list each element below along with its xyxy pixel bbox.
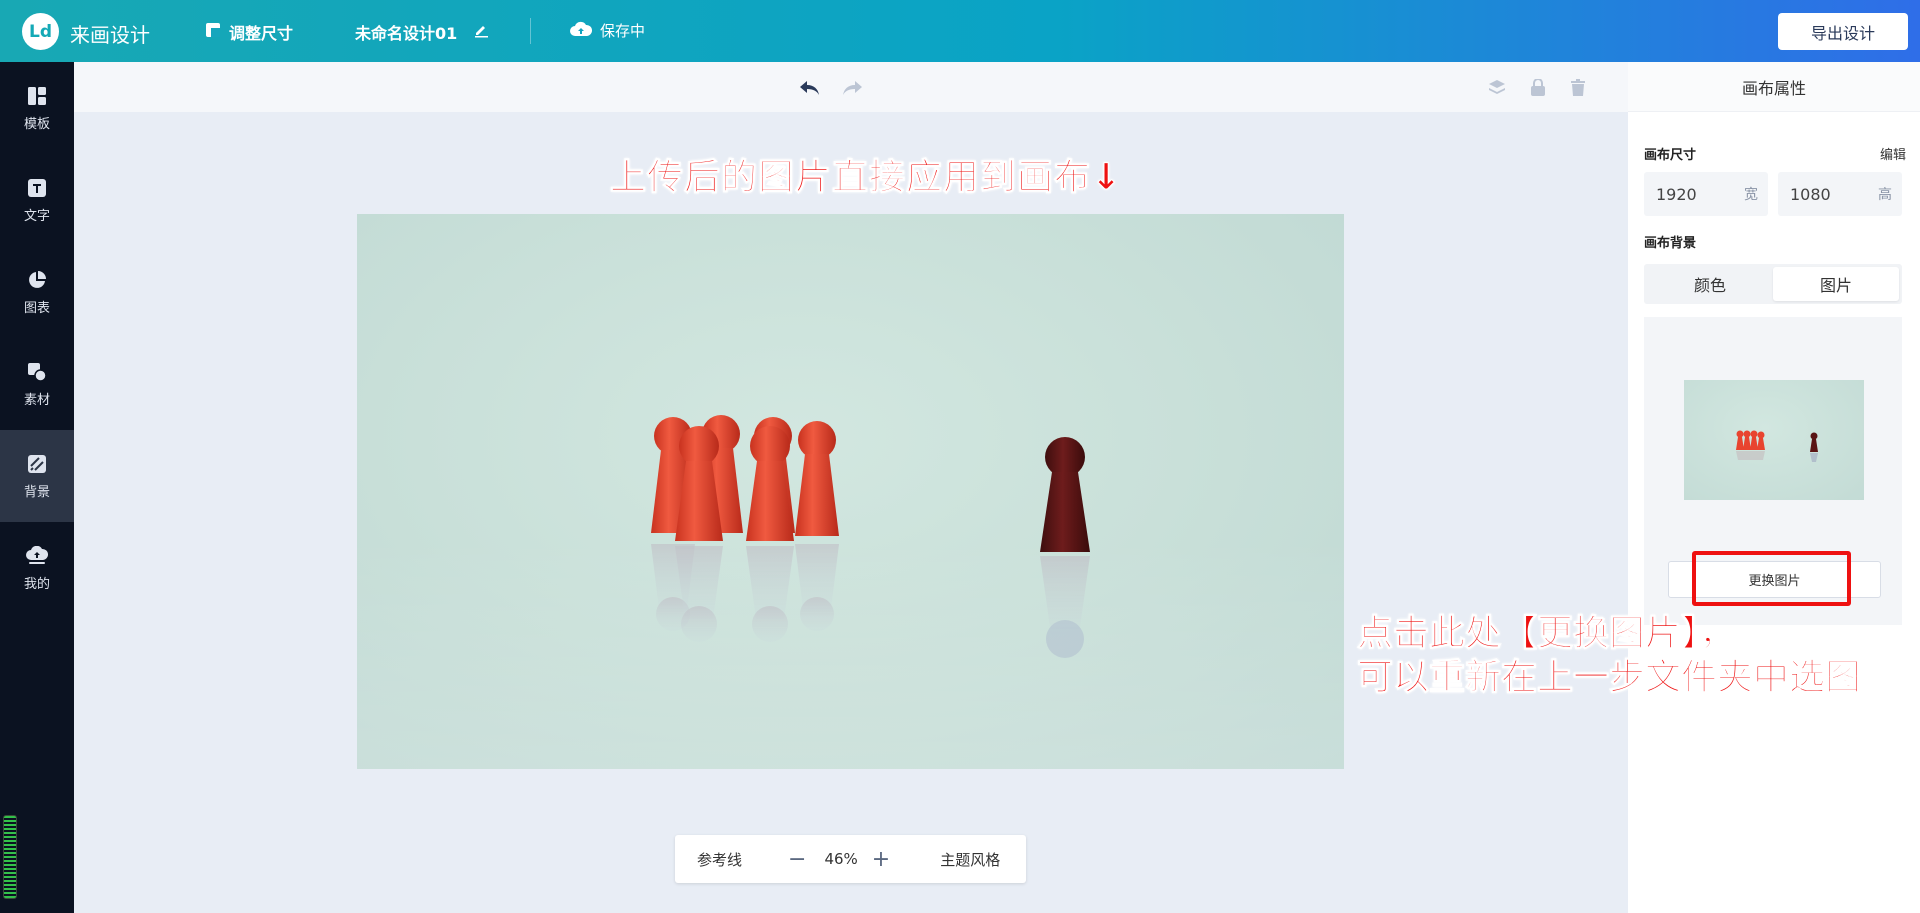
properties-panel: 画布属性 画布尺寸 编辑 1920 宽 1080 高 画布背景 颜色 图片 更换… bbox=[1628, 62, 1920, 913]
sidebar-item-background[interactable]: 背景 bbox=[0, 430, 74, 522]
red-pawns-reflection bbox=[651, 544, 839, 642]
width-field[interactable]: 1920 宽 bbox=[1644, 172, 1768, 216]
save-status: 保存中 bbox=[570, 20, 645, 41]
tab-color[interactable]: 颜色 bbox=[1647, 267, 1773, 301]
canvas-size-label: 画布尺寸 bbox=[1644, 148, 1697, 163]
lock-button[interactable] bbox=[1526, 76, 1550, 100]
annotation-line: 点击此处【更换图片】， bbox=[1356, 613, 1736, 655]
thumbnail-image bbox=[1736, 430, 1818, 462]
redo-icon bbox=[843, 81, 862, 95]
annotation-right: 点击此处【更换图片】， 可以重新在上一步文件夹中选图 bbox=[1356, 612, 1862, 700]
left-sidebar: 模板 文字 图表 素材 背景 我的 bbox=[0, 62, 74, 913]
sidebar-item-label: 素材 bbox=[23, 392, 50, 408]
sidebar-item-label: 模板 bbox=[23, 116, 50, 132]
annotation-line: 可以重新在上一步文件夹中选图 bbox=[1356, 657, 1862, 699]
theme-style-button[interactable]: 主题风格 bbox=[940, 849, 1000, 870]
canvas-bg-label: 画布背景 bbox=[1644, 236, 1697, 251]
sidebar-item-label: 图表 bbox=[23, 300, 50, 316]
divider bbox=[530, 18, 531, 44]
zoom-out-button[interactable]: − bbox=[788, 847, 806, 872]
undo-icon bbox=[800, 81, 819, 95]
doc-name[interactable]: 未命名设计01 bbox=[355, 20, 489, 44]
height-value: 1080 bbox=[1790, 184, 1831, 204]
guides-toggle[interactable]: 参考线 bbox=[697, 849, 742, 870]
text-icon bbox=[26, 177, 48, 199]
chart-icon bbox=[26, 269, 48, 291]
top-bar: Ld 来画设计 调整尺寸 未命名设计01 保存中 导出设计 bbox=[0, 0, 1920, 62]
lock-icon bbox=[1531, 79, 1545, 96]
height-field[interactable]: 1080 高 bbox=[1778, 172, 1902, 216]
annotation-top: 上传后的图片直接应用到画布↓ bbox=[609, 157, 1123, 199]
sidebar-item-label: 背景 bbox=[23, 484, 50, 500]
sidebar-item-text[interactable]: 文字 bbox=[0, 154, 74, 246]
height-unit: 高 bbox=[1878, 187, 1892, 203]
sidebar-item-material[interactable]: 素材 bbox=[0, 338, 74, 430]
dark-pawn bbox=[1040, 437, 1090, 552]
export-button[interactable]: 导出设计 bbox=[1778, 13, 1908, 50]
zoom-level: 46% bbox=[824, 850, 858, 868]
edit-pencil-icon[interactable] bbox=[473, 22, 489, 42]
zoom-bar: 参考线 − 46% + 主题风格 bbox=[675, 835, 1026, 883]
width-value: 1920 bbox=[1656, 184, 1697, 204]
doc-name-label: 未命名设计01 bbox=[355, 24, 458, 43]
zoom-in-button[interactable]: + bbox=[872, 847, 890, 872]
design-canvas[interactable] bbox=[357, 214, 1344, 769]
sidebar-item-chart[interactable]: 图表 bbox=[0, 246, 74, 338]
material-icon bbox=[26, 361, 48, 383]
resize-label: 调整尺寸 bbox=[229, 24, 294, 43]
save-status-label: 保存中 bbox=[600, 22, 646, 40]
width-unit: 宽 bbox=[1744, 187, 1758, 203]
sidebar-item-template[interactable]: 模板 bbox=[0, 62, 74, 154]
highlight-box bbox=[1692, 551, 1851, 606]
tab-image[interactable]: 图片 bbox=[1773, 267, 1899, 301]
cloud-upload-icon bbox=[570, 21, 593, 41]
sidebar-item-mine[interactable]: 我的 bbox=[0, 522, 74, 614]
logo[interactable]: Ld bbox=[22, 13, 59, 50]
undo-button[interactable] bbox=[798, 76, 822, 100]
trash-icon bbox=[1571, 79, 1585, 96]
bg-image-thumbnail bbox=[1684, 380, 1864, 500]
sidebar-item-label: 文字 bbox=[23, 208, 50, 224]
bg-type-tabs: 颜色 图片 bbox=[1644, 264, 1902, 304]
resize-icon bbox=[205, 22, 221, 42]
red-pawn bbox=[795, 421, 839, 536]
background-icon bbox=[26, 453, 48, 475]
edit-size-link[interactable]: 编辑 bbox=[1880, 144, 1906, 163]
dark-pawn-reflection bbox=[1040, 556, 1090, 658]
resize-button[interactable]: 调整尺寸 bbox=[205, 20, 293, 44]
sidebar-item-label: 我的 bbox=[23, 576, 50, 592]
layer-button[interactable] bbox=[1485, 76, 1509, 100]
template-icon bbox=[26, 85, 48, 107]
delete-button[interactable] bbox=[1566, 76, 1590, 100]
panel-title: 画布属性 bbox=[1628, 62, 1920, 112]
app-name: 来画设计 bbox=[70, 23, 150, 47]
layers-icon bbox=[1489, 80, 1505, 94]
upload-cloud-icon bbox=[26, 545, 48, 567]
pawns-image bbox=[651, 415, 1090, 658]
canvas-toolbar bbox=[74, 62, 1628, 112]
redo-button[interactable] bbox=[840, 76, 864, 100]
volume-meter bbox=[3, 815, 17, 899]
